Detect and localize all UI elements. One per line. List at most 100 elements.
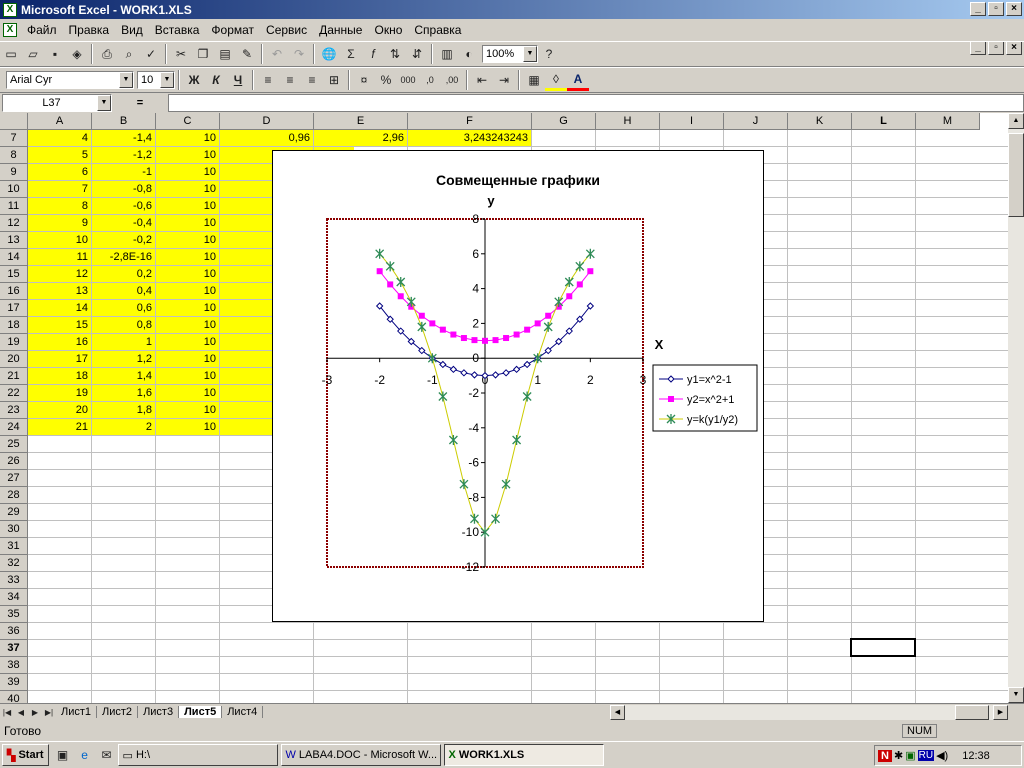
undo-icon[interactable]: ↶ — [266, 43, 288, 65]
bug-icon[interactable]: ✱ — [894, 749, 903, 762]
table-cell[interactable]: 10 — [156, 181, 220, 198]
menu-window[interactable]: Окно — [368, 23, 408, 37]
quicklaunch-ie-icon[interactable]: e — [74, 744, 96, 766]
percent-icon[interactable]: % — [375, 69, 397, 91]
formula-equals[interactable]: = — [112, 97, 168, 109]
table-cell[interactable]: 0,8 — [92, 317, 156, 334]
column-header[interactable]: D — [220, 113, 314, 130]
table-cell[interactable]: 13 — [28, 283, 92, 300]
chevron-down-icon[interactable]: ▼ — [97, 95, 111, 111]
row-header[interactable]: 10 — [0, 181, 28, 198]
sort-descending-icon[interactable]: ⇵ — [406, 43, 428, 65]
format-painter-icon[interactable]: ✎ — [236, 43, 258, 65]
table-cell[interactable]: 1,8 — [92, 402, 156, 419]
restore-button[interactable]: ▫ — [988, 2, 1004, 16]
column-header[interactable]: G — [532, 113, 596, 130]
select-all-corner[interactable] — [0, 113, 28, 130]
table-cell[interactable]: 10 — [156, 368, 220, 385]
row-header[interactable]: 8 — [0, 147, 28, 164]
active-cell-L37[interactable] — [850, 638, 916, 657]
first-sheet-icon[interactable]: |◀ — [0, 701, 14, 723]
table-cell[interactable]: 21 — [28, 419, 92, 436]
font-color-icon[interactable]: A — [567, 69, 589, 91]
row-header[interactable]: 24 — [0, 419, 28, 436]
table-cell[interactable]: 10 — [156, 130, 220, 147]
chart-object[interactable]: Совмещенные графики -3 -2 -1 0 1 2 3 8 6 4 2 0 -2 -4 -6… — [272, 150, 764, 622]
sheet-tab-3[interactable]: Лист3 — [138, 706, 180, 718]
menu-insert[interactable]: Вставка — [149, 23, 206, 37]
table-cell[interactable]: 5 — [28, 147, 92, 164]
redo-icon[interactable]: ↷ — [288, 43, 310, 65]
table-cell[interactable]: 10 — [156, 198, 220, 215]
table-cell[interactable]: 15 — [28, 317, 92, 334]
table-cell[interactable]: 20 — [28, 402, 92, 419]
font-size-select[interactable]: 10 ▼ — [137, 71, 175, 89]
table-cell[interactable]: 2,96 — [314, 130, 408, 147]
menu-file[interactable]: Файл — [21, 23, 63, 37]
prev-sheet-icon[interactable]: ◀ — [14, 701, 28, 723]
row-header[interactable]: 19 — [0, 334, 28, 351]
table-cell[interactable]: 0,96 — [220, 130, 314, 147]
column-header[interactable]: E — [314, 113, 408, 130]
table-cell[interactable]: -0,2 — [92, 232, 156, 249]
font-select[interactable]: Arial Cyr ▼ — [6, 71, 134, 89]
horizontal-scrollbar[interactable]: ◀ ▶ — [610, 705, 1008, 720]
underline-button[interactable]: Ч — [227, 69, 249, 91]
chevron-down-icon[interactable]: ▼ — [160, 72, 174, 88]
bold-button[interactable]: Ж — [183, 69, 205, 91]
sort-ascending-icon[interactable]: ⇅ — [384, 43, 406, 65]
row-header[interactable]: 7 — [0, 130, 28, 147]
sheet-tab-5-active[interactable]: Лист5 — [179, 706, 223, 718]
italic-button[interactable]: К — [205, 69, 227, 91]
table-cell[interactable]: 10 — [156, 419, 220, 436]
monitor-icon[interactable]: ▣ — [905, 749, 915, 762]
table-cell[interactable]: 10 — [156, 215, 220, 232]
table-cell[interactable]: -0,8 — [92, 181, 156, 198]
chart-wizard-icon[interactable]: ▥ — [436, 43, 458, 65]
taskbar-item-word[interactable]: W LABA4.DOC - Microsoft W... — [280, 744, 441, 766]
name-box[interactable]: L37 ▼ — [2, 94, 112, 112]
table-cell[interactable]: -2,8E-16 — [92, 249, 156, 266]
align-left-icon[interactable]: ≡ — [257, 69, 279, 91]
table-cell[interactable]: -1 — [92, 164, 156, 181]
print-preview-icon[interactable]: ⌕ — [118, 43, 140, 65]
row-header[interactable]: 14 — [0, 249, 28, 266]
cut-icon[interactable]: ✂ — [170, 43, 192, 65]
column-header[interactable]: J — [724, 113, 788, 130]
scroll-left-icon[interactable]: ◀ — [610, 705, 625, 720]
open-icon[interactable]: ▱ — [22, 43, 44, 65]
row-header[interactable]: 36 — [0, 623, 28, 640]
currency-icon[interactable]: ¤ — [353, 69, 375, 91]
menu-tools[interactable]: Сервис — [260, 23, 313, 37]
row-header[interactable]: 23 — [0, 402, 28, 419]
comma-style-icon[interactable]: 000 — [397, 69, 419, 91]
copy-icon[interactable]: ❐ — [192, 43, 214, 65]
table-cell[interactable]: 10 — [156, 164, 220, 181]
table-cell[interactable]: 10 — [156, 249, 220, 266]
table-cell[interactable]: 3,243243243 — [408, 130, 532, 147]
table-cell[interactable]: 0,4 — [92, 283, 156, 300]
table-cell[interactable]: 10 — [156, 147, 220, 164]
norton-icon[interactable]: N — [878, 749, 892, 762]
h-scroll-thumb[interactable] — [955, 705, 989, 720]
sheet-tab-4[interactable]: Лист4 — [222, 706, 264, 718]
table-cell[interactable]: -0,6 — [92, 198, 156, 215]
table-cell[interactable]: -1,2 — [92, 147, 156, 164]
table-cell[interactable]: 10 — [156, 232, 220, 249]
paste-icon[interactable]: ▤ — [214, 43, 236, 65]
print-icon[interactable]: ⎙ — [96, 43, 118, 65]
table-cell[interactable]: 10 — [156, 266, 220, 283]
table-cell[interactable]: 10 — [156, 385, 220, 402]
table-cell[interactable]: 14 — [28, 300, 92, 317]
table-cell[interactable]: 6 — [28, 164, 92, 181]
table-cell[interactable]: 0,6 — [92, 300, 156, 317]
table-cell[interactable]: 10 — [156, 351, 220, 368]
row-header[interactable]: 15 — [0, 266, 28, 283]
chevron-down-icon[interactable]: ▼ — [523, 46, 537, 62]
row-header[interactable]: 39 — [0, 674, 28, 691]
row-header[interactable]: 27 — [0, 470, 28, 487]
close-button[interactable]: × — [1006, 2, 1022, 16]
scroll-thumb[interactable] — [1008, 133, 1024, 217]
table-cell[interactable]: 19 — [28, 385, 92, 402]
workbook-icon[interactable]: X — [3, 23, 17, 37]
